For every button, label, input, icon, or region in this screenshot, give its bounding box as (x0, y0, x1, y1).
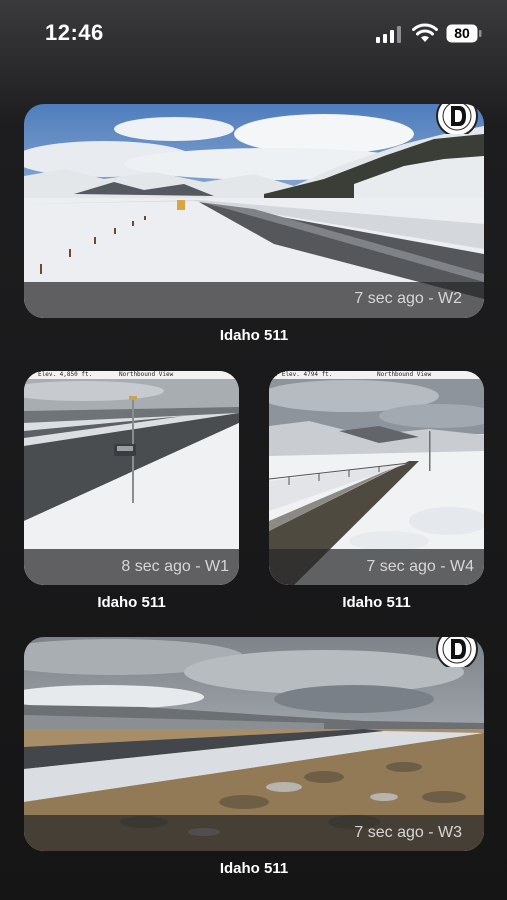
camera-card-w4[interactable]: 3. Elev. 4794 ft. Northbound View 7 sec … (269, 371, 484, 585)
status-bar: 12:46 80 (0, 0, 507, 70)
status-time: 12:46 (45, 20, 104, 45)
battery-indicator: 80 (446, 24, 482, 43)
cellular-signal-icon (376, 26, 401, 43)
timestamp-bar: 7 sec ago - W3 (24, 815, 484, 851)
timestamp-bar: 8 sec ago - W1 (24, 549, 239, 585)
camera-header-strip: Elev. 4,850 ft. Northbound View (24, 371, 239, 379)
itd-logo (436, 637, 478, 667)
camera-card-w1[interactable]: Elev. 4,850 ft. Northbound View 8 sec ag… (24, 371, 239, 585)
camera-age-label: 7 sec ago - W4 (366, 558, 474, 575)
camera-caption: Idaho 511 (342, 594, 411, 611)
camera-card-w3[interactable]: 7 sec ago - W3 (24, 637, 484, 851)
timestamp-bar: 7 sec ago - W2 (24, 282, 484, 318)
camera-direction-label: Northbound View (119, 371, 174, 378)
camera-elevation-label: Elev. 4,850 ft. (38, 371, 93, 378)
camera-age-label: 8 sec ago - W1 (121, 558, 229, 575)
camera-age-label: 7 sec ago - W3 (354, 824, 462, 841)
camera-caption: Idaho 511 (219, 860, 289, 877)
battery-level: 80 (454, 25, 470, 41)
timestamp-bar: 7 sec ago - W4 (269, 549, 484, 585)
camera-elevation-label: 3. Elev. 4794 ft. (271, 371, 333, 378)
camera-header-strip: 3. Elev. 4794 ft. Northbound View (269, 371, 484, 379)
camera-caption: Idaho 511 (219, 327, 289, 344)
wifi-icon (412, 23, 438, 42)
itd-logo (436, 104, 478, 134)
camera-caption: Idaho 511 (97, 594, 166, 611)
camera-card-w2[interactable]: 7 sec ago - W2 (24, 104, 484, 318)
camera-age-label: 7 sec ago - W2 (354, 290, 462, 307)
camera-direction-label: Northbound View (377, 371, 432, 378)
